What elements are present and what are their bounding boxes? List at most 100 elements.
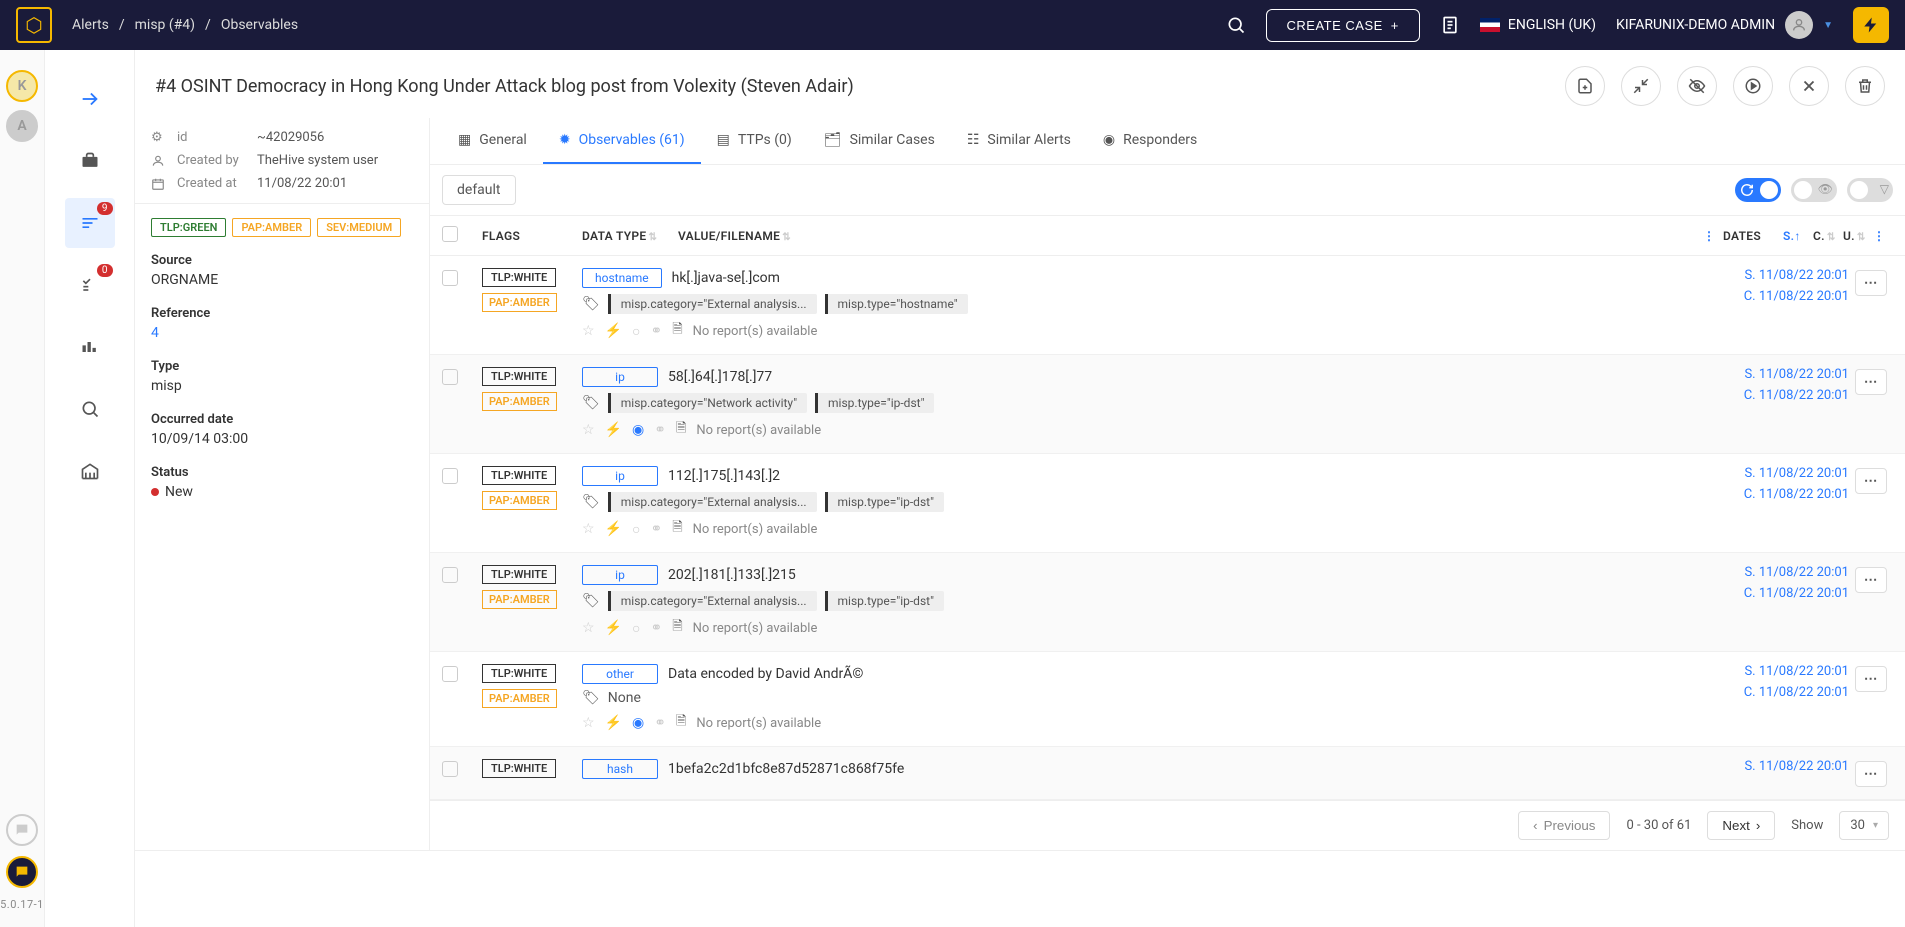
user-icon (151, 154, 167, 168)
sidebar-cases[interactable] (65, 136, 115, 186)
tab-similar-cases[interactable]: 🗂 Similar Cases (808, 118, 951, 164)
app-logo[interactable]: ⬡ (16, 7, 52, 43)
row-more-button[interactable]: ⋯ (1855, 761, 1887, 787)
merge-button[interactable] (1621, 66, 1661, 106)
ignore-button[interactable] (1677, 66, 1717, 106)
obs-value[interactable]: Data encoded by David AndrÃ© (668, 666, 863, 682)
obs-value[interactable]: hk[.]java-se[.]com (672, 270, 780, 286)
sidebar-dashboard[interactable] (65, 322, 115, 372)
sidebar-search[interactable] (65, 384, 115, 434)
tag-icon: 🏷 (582, 296, 600, 312)
obs-tag: misp.category="External analysis... (608, 294, 817, 314)
date-c: C. 11/08/22 20:01 (1699, 487, 1849, 502)
pap-badge: PAP:AMBER (482, 392, 557, 411)
bolt-icon[interactable]: ⚡ (605, 715, 622, 731)
row-checkbox[interactable] (442, 468, 458, 484)
col-datatype[interactable]: DATA TYPE⇅ (582, 229, 678, 243)
row-checkbox[interactable] (442, 369, 458, 385)
col-dates[interactable]: DATES (1723, 229, 1783, 243)
col-value[interactable]: VALUE/FILENAME⇅ (678, 229, 1703, 243)
row-checkbox[interactable] (442, 270, 458, 286)
link-icon[interactable]: ⚭ (650, 620, 662, 637)
chat-bubble-icon[interactable] (6, 814, 38, 846)
language-selector[interactable]: ENGLISH (UK) (1480, 17, 1596, 33)
breadcrumb-source[interactable]: misp (#4) (135, 17, 195, 33)
header-actions: CREATE CASE + ENGLISH (UK) KIFARUNIX-DEM… (1226, 7, 1889, 43)
search-icon[interactable] (1226, 15, 1246, 35)
org-avatar-k[interactable]: K (6, 70, 38, 102)
row-checkbox[interactable] (442, 761, 458, 777)
prev-button[interactable]: ‹ Previous (1518, 811, 1610, 840)
link-icon[interactable]: ⚭ (654, 715, 666, 731)
row-more-button[interactable]: ⋯ (1855, 369, 1887, 395)
star-icon[interactable]: ☆ (582, 422, 595, 438)
star-icon[interactable]: ☆ (582, 323, 595, 340)
main-layout: K A 5.0.17-1 9 0 (0, 50, 1905, 927)
row-more-button[interactable]: ⋯ (1855, 468, 1887, 494)
tab-general[interactable]: ▦ General (442, 118, 543, 164)
obs-value[interactable]: 112[.]175[.]143[.]2 (668, 468, 780, 484)
sidebar-org[interactable] (65, 446, 115, 496)
eye-icon[interactable]: ◉ (632, 715, 644, 731)
sev-chip: SEV:MEDIUM (317, 218, 401, 237)
refresh-toggle[interactable] (1735, 178, 1781, 202)
view-toggle[interactable]: 👁 (1791, 178, 1837, 202)
row-checkbox[interactable] (442, 666, 458, 682)
obs-value[interactable]: 58[.]64[.]178[.]77 (668, 369, 772, 385)
tlp-chip: TLP:GREEN (151, 218, 226, 237)
bolt-icon[interactable]: ⚡ (605, 620, 622, 637)
delete-button[interactable] (1845, 66, 1885, 106)
tab-ttps[interactable]: ▤ TTPs (0) (701, 118, 808, 164)
page-size-select[interactable]: 30 ▾ (1839, 811, 1889, 840)
eye-icon[interactable]: ○ (632, 521, 640, 538)
row-more-button[interactable]: ⋯ (1855, 567, 1887, 593)
row-more-button[interactable]: ⋯ (1855, 270, 1887, 296)
reference-value[interactable]: 4 (151, 325, 413, 341)
star-icon[interactable]: ☆ (582, 620, 595, 637)
select-all-checkbox[interactable] (442, 226, 458, 242)
breadcrumb-alerts[interactable]: Alerts (72, 17, 109, 33)
filter-toggle[interactable]: ▽ (1847, 178, 1893, 202)
sidebar-alerts[interactable]: 9 (65, 198, 115, 248)
tab-similar-alerts[interactable]: ☷ Similar Alerts (951, 118, 1087, 164)
org-avatar-a[interactable]: A (6, 110, 38, 142)
obs-value[interactable]: 1befa2c2d1bfc8e87d52871c868f75fe (668, 761, 904, 777)
doc-icon[interactable] (1440, 15, 1460, 35)
next-button[interactable]: Next › (1707, 811, 1775, 840)
tab-observables[interactable]: ✹ Observables (61) (543, 118, 701, 164)
obs-dates: S. 11/08/22 20:01 C. 11/08/22 20:01 (1699, 664, 1849, 734)
feedback-icon[interactable] (6, 856, 38, 888)
col-u[interactable]: U.⇅ (1843, 229, 1873, 243)
col-menu-icon[interactable]: ⋮ (1703, 229, 1723, 243)
col-s[interactable]: S.↑ (1783, 229, 1813, 243)
cortex-button[interactable] (1853, 7, 1889, 43)
eye-icon[interactable]: ○ (632, 620, 640, 637)
tlp-badge: TLP:WHITE (482, 367, 556, 386)
bolt-icon[interactable]: ⚡ (605, 422, 622, 438)
close-button[interactable] (1789, 66, 1829, 106)
filter-default[interactable]: default (442, 175, 516, 205)
col-menu-icon[interactable]: ⋮ (1873, 229, 1893, 243)
details-column: ⚙ id ~42029056 Created by TheHive system… (135, 118, 430, 850)
link-icon[interactable]: ⚭ (650, 521, 662, 538)
sidebar-expand[interactable] (65, 74, 115, 124)
row-checkbox[interactable] (442, 567, 458, 583)
obs-value[interactable]: 202[.]181[.]133[.]215 (668, 567, 796, 583)
run-button[interactable] (1733, 66, 1773, 106)
link-icon[interactable]: ⚭ (654, 422, 666, 438)
eye-icon[interactable]: ○ (632, 323, 640, 340)
eye-icon[interactable]: ◉ (632, 422, 644, 438)
new-item-button[interactable] (1565, 66, 1605, 106)
col-flags[interactable]: FLAGS (482, 229, 582, 243)
create-case-button[interactable]: CREATE CASE + (1266, 9, 1420, 42)
link-icon[interactable]: ⚭ (650, 323, 662, 340)
row-more-button[interactable]: ⋯ (1855, 666, 1887, 692)
bolt-icon[interactable]: ⚡ (605, 323, 622, 340)
bolt-icon[interactable]: ⚡ (605, 521, 622, 538)
user-menu[interactable]: KIFARUNIX-DEMO ADMIN ▼ (1616, 11, 1833, 39)
tab-responders[interactable]: ◉ Responders (1087, 118, 1213, 164)
col-c[interactable]: C.⇅ (1813, 229, 1843, 243)
star-icon[interactable]: ☆ (582, 521, 595, 538)
star-icon[interactable]: ☆ (582, 715, 595, 731)
sidebar-tasks[interactable]: 0 (65, 260, 115, 310)
